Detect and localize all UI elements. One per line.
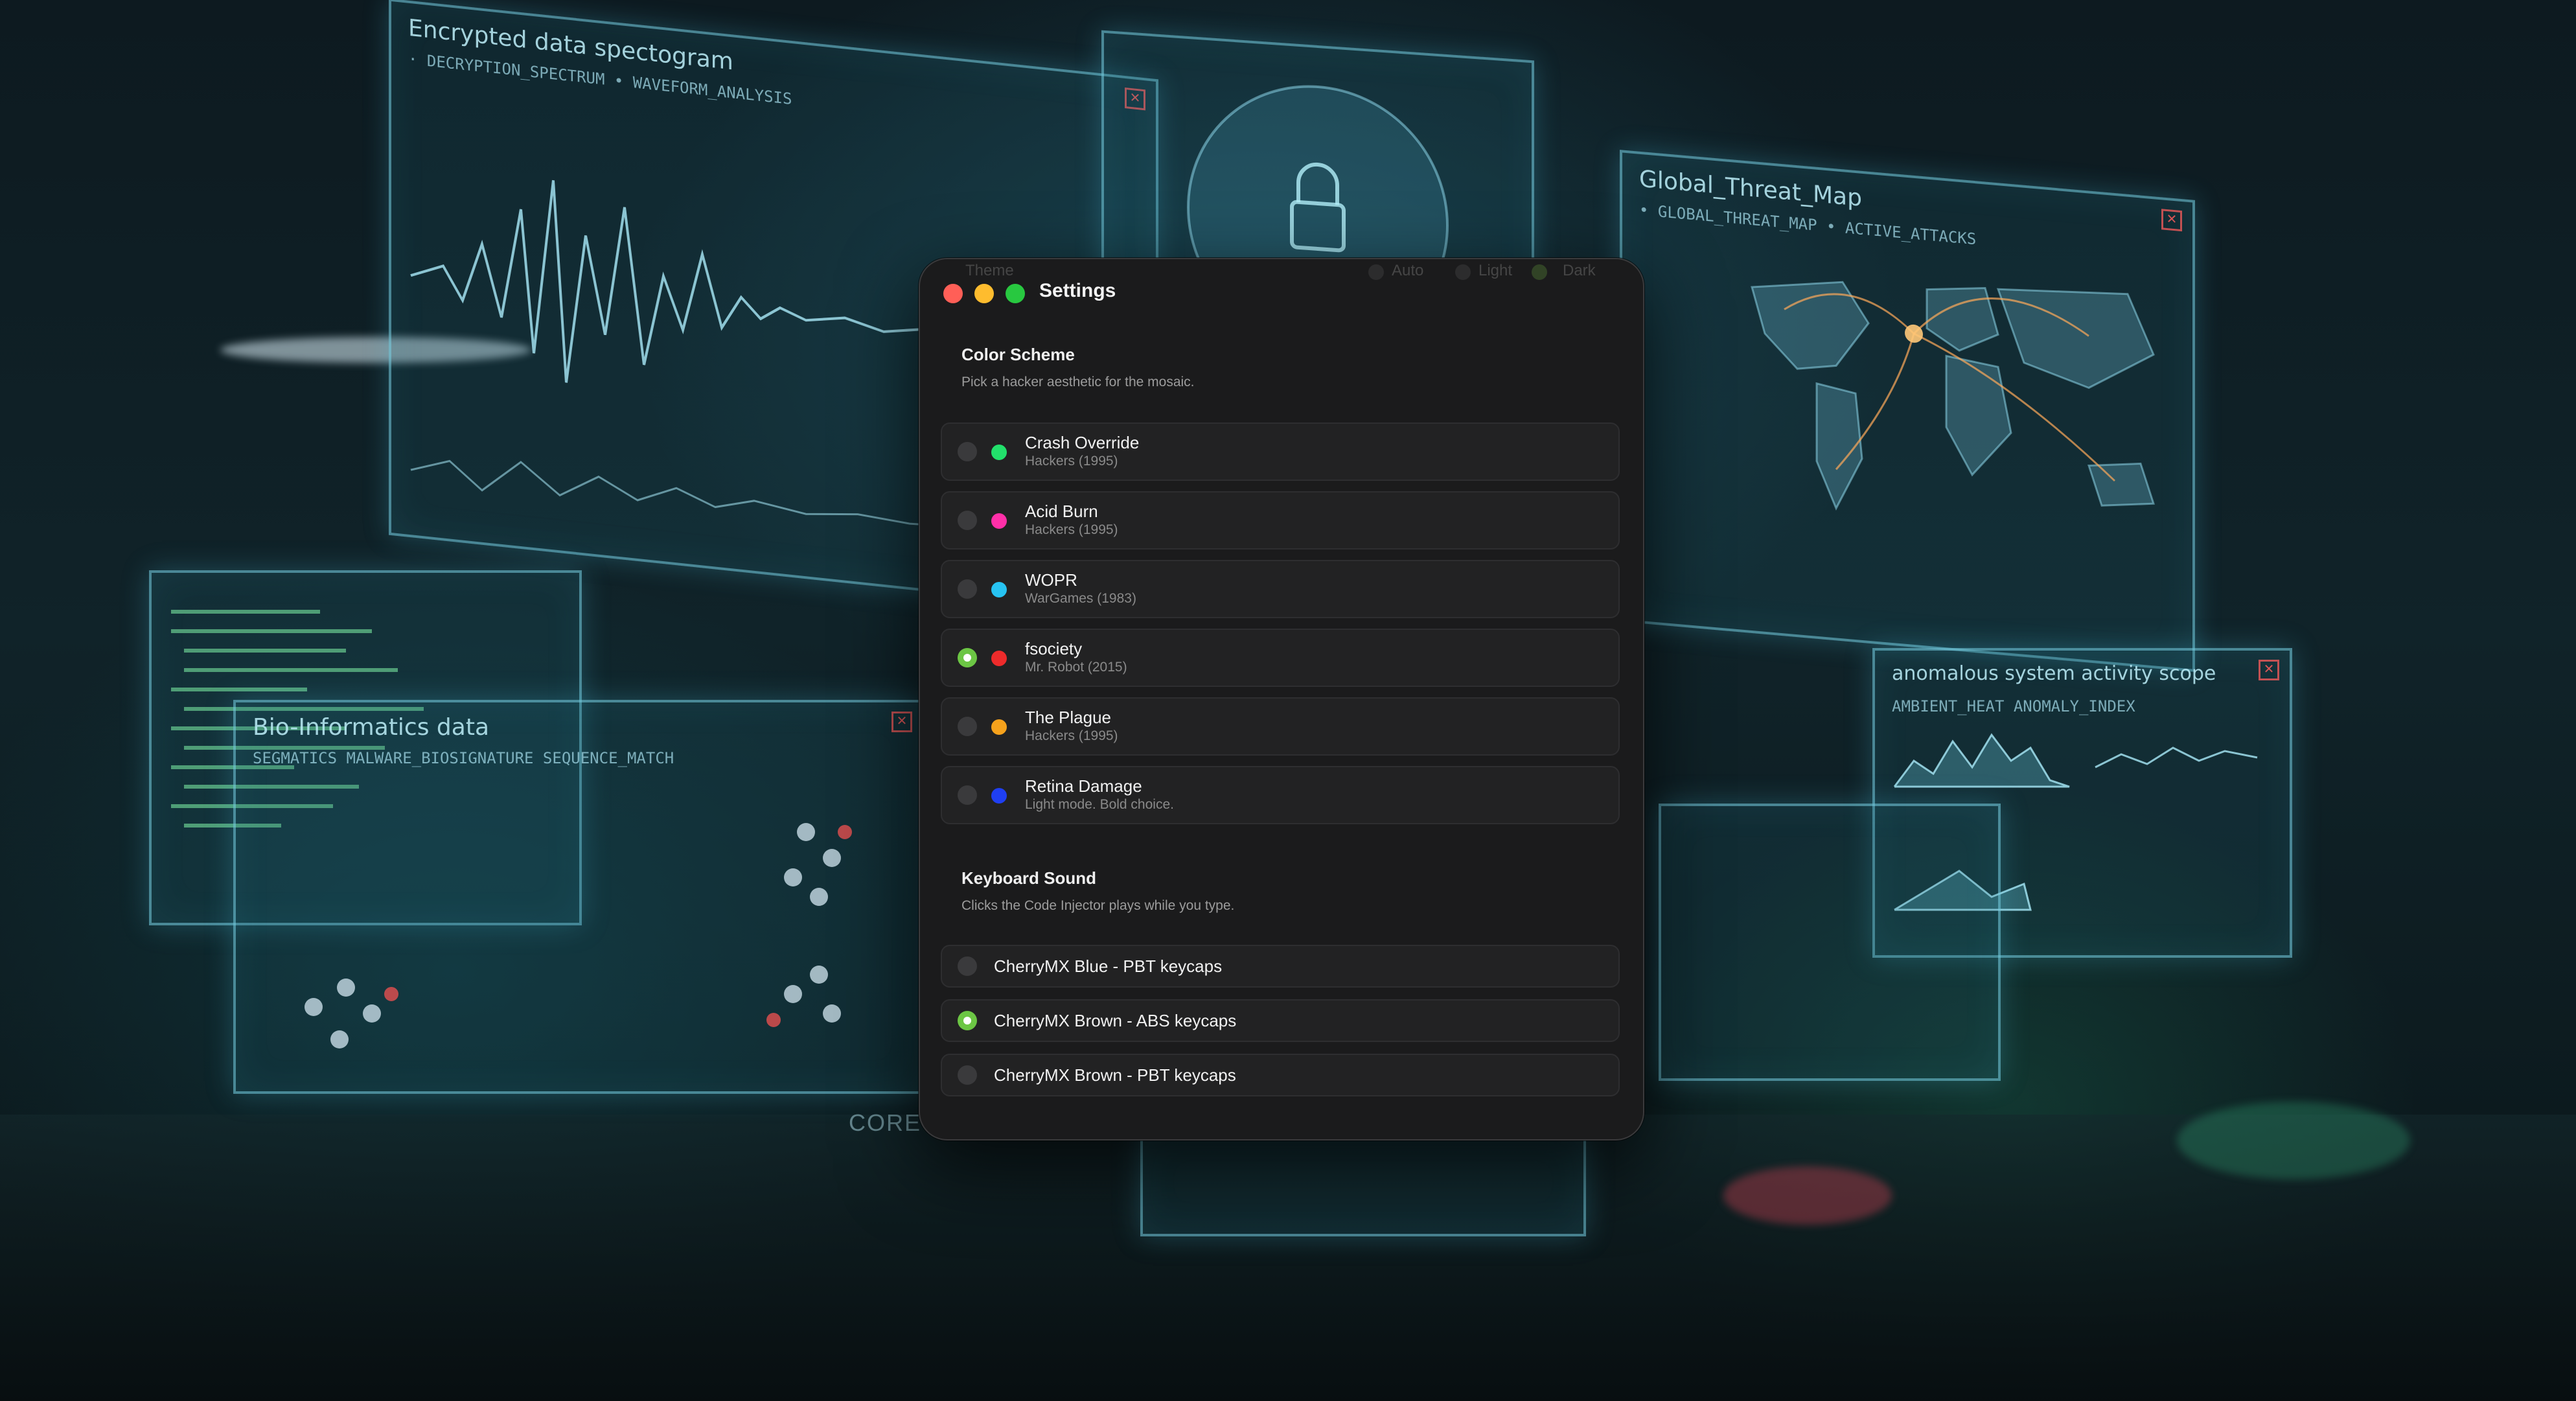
option-name: Retina Damage (1025, 776, 1142, 796)
option-name: CherryMX Blue - PBT keycaps (994, 956, 1223, 976)
radio-button[interactable] (958, 511, 977, 530)
theme-option-dark[interactable]: Dark (1563, 262, 1596, 280)
option-name: Crash Override (1025, 433, 1140, 452)
theme-auto-radio[interactable] (1368, 264, 1384, 280)
color-scheme-option[interactable]: WOPR WarGames (1983) (941, 560, 1620, 618)
option-source: Hackers (1995) (1025, 728, 1118, 743)
color-swatch (991, 651, 1007, 666)
color-scheme-option[interactable]: The Plague Hackers (1995) (941, 697, 1620, 756)
radio-button[interactable] (958, 579, 977, 599)
option-name: CherryMX Brown - PBT keycaps (994, 1065, 1236, 1085)
settings-window: Theme Auto Light Dark Settings Color Sch… (919, 258, 1644, 1140)
theme-dark-radio[interactable] (1532, 264, 1547, 280)
color-swatch (991, 582, 1007, 597)
keyboard-sound-option[interactable]: CherryMX Brown - ABS keycaps (941, 999, 1620, 1042)
close-button[interactable] (943, 284, 963, 303)
radio-button[interactable] (958, 1011, 977, 1030)
option-source: Hackers (1995) (1025, 522, 1118, 537)
keyboard-sound-option[interactable]: CherryMX Brown - PBT keycaps (941, 1054, 1620, 1096)
molecule-graphic (305, 823, 852, 1048)
color-scheme-description: Pick a hacker aesthetic for the mosaic. (961, 375, 1195, 389)
radio-button[interactable] (958, 648, 977, 667)
color-swatch (991, 513, 1007, 529)
color-scheme-option[interactable]: fsociety Mr. Robot (2015) (941, 629, 1620, 687)
holo-panel-threat-map: Global_Threat_Map • GLOBAL_THREAT_MAP • … (1620, 150, 2195, 672)
radio-button[interactable] (958, 785, 977, 805)
window-title: Settings (1039, 280, 1116, 301)
keyboard-sound-option[interactable]: CherryMX Blue - PBT keycaps (941, 945, 1620, 988)
radio-button[interactable] (958, 1065, 977, 1085)
option-source: WarGames (1983) (1025, 591, 1136, 606)
color-swatch (991, 445, 1007, 460)
world-map-graphic (1751, 281, 2156, 511)
color-scheme-option[interactable]: Crash Override Hackers (1995) (941, 423, 1620, 481)
theme-selector-ghost: Theme Auto Light Dark (920, 262, 1643, 288)
title-bar: Theme Auto Light Dark Settings (920, 259, 1643, 324)
minimize-button[interactable] (974, 284, 994, 303)
option-source: Mr. Robot (2015) (1025, 660, 1127, 675)
option-source: Hackers (1995) (1025, 454, 1118, 469)
option-source: Light mode. Bold choice. (1025, 797, 1174, 812)
option-name: fsociety (1025, 639, 1083, 658)
option-name: The Plague (1025, 708, 1111, 727)
red-light-glow (1723, 1166, 1892, 1225)
core-label: CORE (849, 1109, 922, 1136)
green-light-glow (2177, 1102, 2410, 1179)
maximize-button[interactable] (1006, 284, 1025, 303)
radio-button[interactable] (958, 956, 977, 976)
option-name: WOPR (1025, 570, 1077, 590)
theme-label: Theme (965, 262, 1014, 279)
color-scheme-option[interactable]: Retina Damage Light mode. Bold choice. (941, 766, 1620, 824)
holo-panel-console (1140, 1128, 1586, 1236)
theme-option-auto[interactable]: Auto (1392, 262, 1423, 280)
color-scheme-heading: Color Scheme (961, 345, 1075, 364)
color-swatch (991, 788, 1007, 804)
radio-button[interactable] (958, 717, 977, 736)
radio-button[interactable] (958, 442, 977, 461)
holo-panel-bioinformatics: Bio-Informatics data SEGMATICS MALWARE_B… (233, 700, 925, 1094)
option-name: Acid Burn (1025, 502, 1098, 521)
color-scheme-option[interactable]: Acid Burn Hackers (1995) (941, 491, 1620, 550)
holo-panel-log (1659, 804, 2001, 1081)
option-name: CherryMX Brown - ABS keycaps (994, 1011, 1237, 1030)
keyboard-sound-heading: Keyboard Sound (961, 868, 1097, 888)
theme-light-radio[interactable] (1455, 264, 1471, 280)
color-swatch (991, 719, 1007, 735)
keyboard-sound-description: Clicks the Code Injector plays while you… (961, 898, 1235, 913)
theme-option-light[interactable]: Light (1478, 262, 1512, 280)
